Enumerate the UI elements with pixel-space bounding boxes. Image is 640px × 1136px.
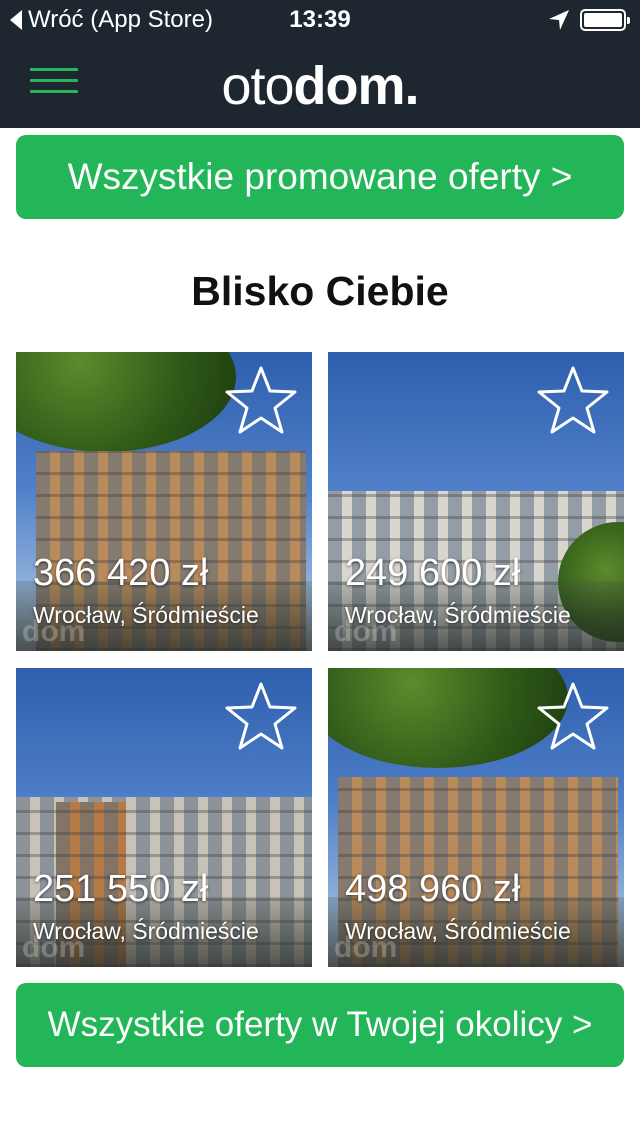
listing-price: 251 550 zł (33, 868, 209, 910)
app-header: Wróć (App Store) 13:39 otodom. (0, 0, 640, 128)
listing-card[interactable]: dom 249 600 zł Wrocław, Śródmieście (328, 352, 624, 651)
status-time: 13:39 (289, 6, 351, 33)
listing-card[interactable]: dom 366 420 zł Wrocław, Śródmieście (16, 352, 312, 651)
listing-price: 249 600 zł (345, 552, 521, 594)
all-promoted-offers-button[interactable]: Wszystkie promowane oferty > (16, 135, 624, 219)
listing-location: Wrocław, Śródmieście (345, 602, 571, 628)
all-nearby-offers-button[interactable]: Wszystkie oferty w Twojej okolicy > (16, 983, 624, 1067)
listing-location: Wrocław, Śródmieście (345, 918, 571, 944)
favorite-star-icon[interactable] (536, 680, 610, 752)
favorite-star-icon[interactable] (224, 680, 298, 752)
listing-card[interactable]: dom 251 550 zł Wrocław, Śródmieście (16, 668, 312, 967)
location-arrow-icon (549, 10, 569, 30)
listing-photo (328, 668, 568, 768)
listing-location: Wrocław, Śródmieście (33, 602, 259, 628)
favorite-star-icon[interactable] (224, 364, 298, 436)
battery-icon (580, 9, 630, 31)
listing-location: Wrocław, Śródmieście (33, 918, 259, 944)
listing-price: 498 960 zł (345, 868, 521, 910)
listing-photo (16, 352, 236, 452)
status-bar: Wróć (App Store) 13:39 (0, 0, 640, 40)
otodom-logo: otodom. (221, 56, 419, 116)
section-title: Blisko Ciebie (191, 268, 449, 314)
favorite-star-icon[interactable] (536, 364, 610, 436)
listing-price: 366 420 zł (33, 552, 209, 594)
listing-card[interactable]: dom 498 960 zł Wrocław, Śródmieście (328, 668, 624, 967)
